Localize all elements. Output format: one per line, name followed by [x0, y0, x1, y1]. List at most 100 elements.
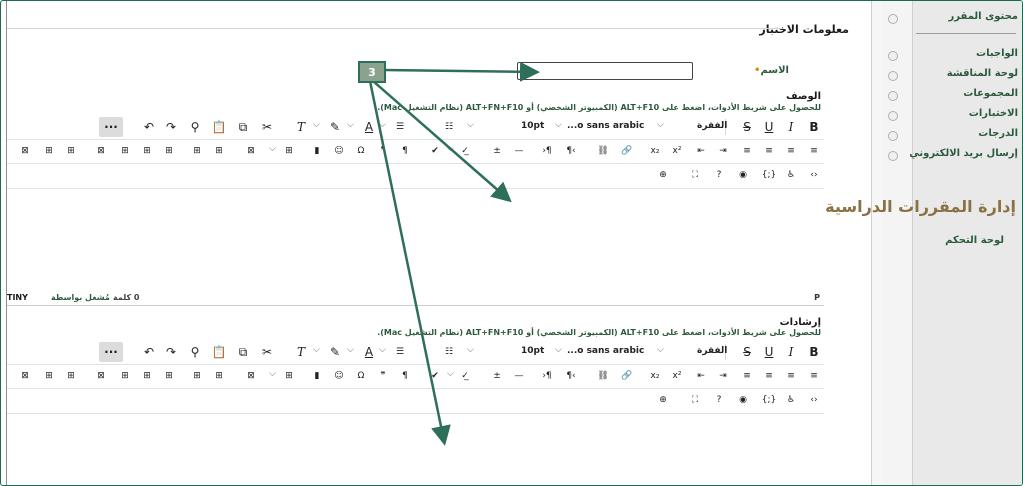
- chevron-down-icon[interactable]: ⌵: [313, 345, 320, 355]
- chevron-down-icon[interactable]: ⌵: [313, 120, 320, 130]
- horizontal-line-icon[interactable]: —: [509, 366, 529, 386]
- chevron-down-icon[interactable]: ⌵: [269, 369, 276, 379]
- chevron-down-icon[interactable]: ⌵: [447, 144, 454, 154]
- table-row-props-icon[interactable]: ⊞: [39, 366, 59, 386]
- table-col-icon[interactable]: ⊞: [187, 141, 207, 161]
- chevron-down-icon[interactable]: ⌵: [657, 120, 664, 130]
- undo-icon[interactable]: ↶: [139, 342, 159, 362]
- control-panel-link[interactable]: لوحة التحكم: [945, 235, 1004, 246]
- omega-icon[interactable]: Ω: [351, 366, 371, 386]
- bullet-list-icon[interactable]: ☰: [390, 117, 410, 137]
- search-icon[interactable]: ⚲: [185, 342, 205, 362]
- code-sample-icon[interactable]: {;}: [759, 390, 779, 410]
- justify-icon[interactable]: ≡: [737, 141, 757, 161]
- highlight-icon[interactable]: ✎: [325, 342, 345, 362]
- sidebar-item-course-content[interactable]: محتوى المقرر: [888, 10, 1018, 28]
- spellcheck-icon[interactable]: ✓̲: [455, 141, 475, 161]
- sidebar-item-grades[interactable]: الدرجات: [888, 127, 1018, 145]
- indent-icon[interactable]: ⇥: [713, 366, 733, 386]
- underline-button[interactable]: U: [759, 342, 779, 362]
- chevron-down-icon[interactable]: ⌵: [379, 345, 386, 355]
- bold-button[interactable]: B: [804, 117, 824, 137]
- link-icon[interactable]: 🔗: [617, 141, 637, 161]
- table-delete-icon[interactable]: ⊠: [241, 141, 261, 161]
- superscript-icon[interactable]: x²: [667, 366, 687, 386]
- table-icon[interactable]: ⊞: [279, 366, 299, 386]
- table-cell-icon[interactable]: ⊞: [159, 366, 179, 386]
- paragraph-icon[interactable]: ¶: [395, 366, 415, 386]
- table-col-icon[interactable]: ⊞: [187, 366, 207, 386]
- text-color-icon[interactable]: A: [359, 117, 379, 137]
- accessibility-icon[interactable]: ♿: [781, 165, 801, 185]
- instructions-edit-area[interactable]: [7, 413, 824, 485]
- add-content-icon[interactable]: ⊕: [653, 390, 673, 410]
- help-icon[interactable]: ?: [709, 165, 729, 185]
- table-row-icon[interactable]: ⊞: [209, 141, 229, 161]
- name-input[interactable]: [517, 62, 693, 80]
- rtl-icon[interactable]: ¶‹: [561, 141, 581, 161]
- clear-format-icon[interactable]: T: [291, 342, 311, 362]
- font-size-select[interactable]: 10pt: [521, 121, 544, 131]
- paragraph-select[interactable]: الفقرة: [697, 121, 727, 131]
- align-center-icon[interactable]: ≡: [781, 141, 801, 161]
- horizontal-line-icon[interactable]: —: [509, 141, 529, 161]
- justify-icon[interactable]: ≡: [737, 366, 757, 386]
- subscript-icon[interactable]: x₂: [645, 141, 665, 161]
- font-select[interactable]: ...o sans arabic: [567, 121, 644, 131]
- fullscreen-icon[interactable]: ⛶: [685, 390, 705, 410]
- chevron-down-icon[interactable]: ⌵: [269, 144, 276, 154]
- cut-icon[interactable]: ✂: [257, 342, 277, 362]
- fullscreen-icon[interactable]: ⛶: [685, 165, 705, 185]
- table-remove-icon[interactable]: ⊠: [15, 141, 35, 161]
- highlight-icon[interactable]: ✎: [325, 117, 345, 137]
- table-cell-icon[interactable]: ⊞: [159, 141, 179, 161]
- sidebar-item-assignments[interactable]: الواجبات: [888, 47, 1018, 65]
- more-options-button[interactable]: ···: [99, 342, 123, 362]
- unlink-icon[interactable]: ⛓: [593, 366, 613, 386]
- spellcheck-icon[interactable]: ✓̲: [455, 366, 475, 386]
- chevron-down-icon[interactable]: ⌵: [467, 120, 474, 130]
- checkmark-icon[interactable]: ✔: [425, 366, 445, 386]
- clear-format-icon[interactable]: T: [291, 117, 311, 137]
- text-color-icon[interactable]: A: [359, 342, 379, 362]
- table-row-props-icon[interactable]: ⊞: [39, 141, 59, 161]
- font-select[interactable]: ...o sans arabic: [567, 346, 644, 356]
- bookmark-icon[interactable]: ▮: [307, 366, 327, 386]
- strikethrough-button[interactable]: S: [737, 342, 757, 362]
- preview-icon[interactable]: ◉: [733, 165, 753, 185]
- ltr-icon[interactable]: ›¶: [537, 141, 557, 161]
- chevron-down-icon[interactable]: ⌵: [447, 369, 454, 379]
- paragraph-select[interactable]: الفقرة: [697, 346, 727, 356]
- rtl-icon[interactable]: ¶‹: [561, 366, 581, 386]
- paste-icon[interactable]: 📋: [209, 117, 229, 137]
- emoji-icon[interactable]: ☺: [329, 141, 349, 161]
- chevron-down-icon[interactable]: ⌵: [347, 345, 354, 355]
- emoji-icon[interactable]: ☺: [329, 366, 349, 386]
- italic-button[interactable]: I: [781, 342, 801, 362]
- table-merge-icon[interactable]: ⊞: [115, 366, 135, 386]
- chevron-down-icon[interactable]: ⌵: [379, 120, 386, 130]
- align-left-icon[interactable]: ≡: [804, 366, 824, 386]
- copy-icon[interactable]: ⧉: [233, 342, 253, 362]
- table-remove-icon[interactable]: ⊠: [15, 366, 35, 386]
- numbered-list-icon[interactable]: ☷: [439, 117, 459, 137]
- quote-icon[interactable]: ❞: [373, 141, 393, 161]
- unlink-icon[interactable]: ⛓: [593, 141, 613, 161]
- table-split-icon[interactable]: ⊞: [137, 141, 157, 161]
- indent-icon[interactable]: ⇥: [713, 141, 733, 161]
- paste-icon[interactable]: 📋: [209, 342, 229, 362]
- omega-icon[interactable]: Ω: [351, 141, 371, 161]
- align-left-icon[interactable]: ≡: [804, 141, 824, 161]
- font-size-select[interactable]: 10pt: [521, 346, 544, 356]
- undo-icon[interactable]: ↶: [139, 117, 159, 137]
- bold-button[interactable]: B: [804, 342, 824, 362]
- paragraph-icon[interactable]: ¶: [395, 141, 415, 161]
- sidebar-item-send-email[interactable]: إرسال بريد الالكتروني: [888, 147, 1018, 165]
- subscript-icon[interactable]: x₂: [645, 366, 665, 386]
- outdent-icon[interactable]: ⇤: [691, 366, 711, 386]
- sidebar-item-groups[interactable]: المجموعات: [888, 87, 1018, 105]
- quote-icon[interactable]: ❞: [373, 366, 393, 386]
- accessibility-icon[interactable]: ♿: [781, 390, 801, 410]
- outdent-icon[interactable]: ⇤: [691, 141, 711, 161]
- align-right-icon[interactable]: ≡: [759, 366, 779, 386]
